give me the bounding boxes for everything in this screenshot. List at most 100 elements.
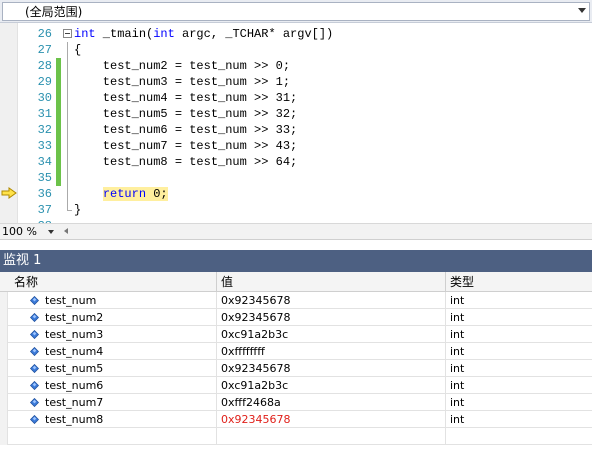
change-indicator	[56, 90, 61, 106]
scroll-left-icon[interactable]	[64, 228, 68, 234]
variable-icon	[30, 398, 39, 407]
variable-icon	[30, 313, 39, 322]
scope-dropdown-value: (全局范围)	[25, 5, 83, 19]
watch-cell-type: int	[450, 379, 465, 392]
watch-row[interactable]: test_num5 0x92345678 int	[0, 360, 592, 377]
outline-guide	[62, 58, 74, 74]
watch-empty-cell[interactable]	[446, 428, 592, 445]
outline-guide	[62, 202, 74, 218]
code-line[interactable]: 27 {	[18, 42, 592, 58]
watch-empty-cell[interactable]	[0, 428, 217, 445]
outline-guide	[62, 154, 74, 170]
outline-guide	[62, 138, 74, 154]
watch-row[interactable]: test_num 0x92345678 int	[0, 292, 592, 309]
line-number: 30	[37, 91, 52, 105]
watch-cell-type: int	[450, 328, 465, 341]
change-indicator	[56, 42, 61, 58]
watch-cell-name[interactable]: test_num4	[0, 343, 217, 360]
watch-row[interactable]: test_num8 0x92345678 int	[0, 411, 592, 428]
watch-cell-name[interactable]: test_num5	[0, 360, 217, 377]
collapse-toggle-icon[interactable]	[62, 26, 74, 42]
code-text: int _tmain(int argc, _TCHAR* argv[])	[74, 27, 334, 41]
watch-cell-value[interactable]: 0xc91a2b3c	[217, 377, 446, 394]
watch-cell-name[interactable]: test_num	[0, 292, 217, 309]
watch-row[interactable]: test_num6 0xc91a2b3c int	[0, 377, 592, 394]
watch-cell-value[interactable]: 0x92345678	[217, 309, 446, 326]
variable-name: test_num5	[45, 362, 104, 375]
watch-cell-type: int	[450, 362, 465, 375]
change-indicator	[56, 74, 61, 90]
zoom-value: 100 %	[2, 225, 37, 238]
code-line[interactable]: 29 test_num3 = test_num >> 1;	[18, 74, 592, 90]
outline-guide	[62, 90, 74, 106]
column-header-value[interactable]: 值	[217, 272, 446, 292]
chevron-down-icon[interactable]	[48, 230, 54, 234]
code-text: {	[74, 43, 82, 57]
variable-name: test_num3	[45, 328, 104, 341]
outline-guide	[62, 170, 74, 186]
variable-icon	[30, 347, 39, 356]
outline-guide	[62, 42, 74, 58]
watch-row[interactable]: test_num3 0xc91a2b3c int	[0, 326, 592, 343]
code-line[interactable]: 34 test_num8 = test_num >> 64;	[18, 154, 592, 170]
watch-header-row: 名称 值 类型	[0, 272, 592, 292]
variable-name: test_num	[45, 294, 97, 307]
watch-cell-value[interactable]: 0xfff2468a	[217, 394, 446, 411]
change-indicator	[56, 58, 61, 74]
code-line[interactable]: 30 test_num4 = test_num >> 31;	[18, 90, 592, 106]
zoom-select[interactable]: 100 %	[2, 225, 60, 239]
code-editor[interactable]: 26 int _tmain(int argc, _TCHAR* argv[]) 27…	[0, 23, 592, 223]
watch-cell-name[interactable]: test_num3	[0, 326, 217, 343]
code-line[interactable]: 37}	[18, 202, 592, 218]
watch-row[interactable]: test_num7 0xfff2468a int	[0, 394, 592, 411]
code-line[interactable]: 26 int _tmain(int argc, _TCHAR* argv[])	[18, 26, 592, 42]
column-header-name[interactable]: 名称	[0, 272, 217, 292]
chevron-down-icon[interactable]	[578, 8, 586, 13]
code-line[interactable]: 36 return 0;	[18, 186, 592, 202]
current-statement-arrow-icon	[1, 187, 17, 199]
watch-cell-name[interactable]: test_num2	[0, 309, 217, 326]
watch-row[interactable]: test_num2 0x92345678 int	[0, 309, 592, 326]
watch-cell-value[interactable]: 0x92345678	[217, 360, 446, 377]
line-number: 29	[37, 75, 52, 89]
code-text: test_num5 = test_num >> 32;	[74, 107, 298, 121]
line-number: 36	[37, 187, 52, 201]
watch-empty-cell[interactable]	[217, 428, 446, 445]
change-indicator	[56, 122, 61, 138]
code-line[interactable]: 33 test_num7 = test_num >> 43;	[18, 138, 592, 154]
scope-bar: (全局范围)	[0, 0, 592, 23]
watch-cell-type: int	[450, 294, 465, 307]
change-indicator	[56, 138, 61, 154]
line-number: 34	[37, 155, 52, 169]
watch-cell-value[interactable]: 0xffffffff	[217, 343, 446, 360]
watch-row[interactable]: test_num4 0xffffffff int	[0, 343, 592, 360]
code-text: test_num4 = test_num >> 31;	[74, 91, 298, 105]
code-text: test_num8 = test_num >> 64;	[74, 155, 298, 169]
code-text: test_num6 = test_num >> 33;	[74, 123, 298, 137]
column-header-type[interactable]: 类型	[446, 272, 592, 292]
code-line[interactable]: 32 test_num6 = test_num >> 33;	[18, 122, 592, 138]
watch-window-title[interactable]: 监视 1	[0, 250, 592, 272]
watch-cell-value[interactable]: 0x92345678	[217, 411, 446, 428]
watch-new-row[interactable]	[0, 428, 592, 445]
code-line[interactable]: 31 test_num5 = test_num >> 32;	[18, 106, 592, 122]
variable-name: test_num8	[45, 413, 104, 426]
watch-cell-type: int	[450, 396, 465, 409]
watch-cell-name[interactable]: test_num8	[0, 411, 217, 428]
code-line[interactable]: 35	[18, 170, 592, 186]
watch-cell-value[interactable]: 0xc91a2b3c	[217, 326, 446, 343]
editor-zoom-bar: 100 %	[0, 223, 592, 240]
watch-cell-type: int	[450, 413, 465, 426]
watch-cell-name[interactable]: test_num6	[0, 377, 217, 394]
watch-cell-name[interactable]: test_num7	[0, 394, 217, 411]
scope-dropdown[interactable]: (全局范围)	[2, 2, 590, 21]
variable-name: test_num6	[45, 379, 104, 392]
outline-guide	[62, 186, 74, 202]
code-text: test_num3 = test_num >> 1;	[74, 75, 291, 89]
line-number: 32	[37, 123, 52, 137]
watch-cell-value[interactable]: 0x92345678	[217, 292, 446, 309]
code-line[interactable]: 28 test_num2 = test_num >> 0;	[18, 58, 592, 74]
outline-guide	[62, 122, 74, 138]
watch-window: 监视 1 名称 值 类型 test_num 0x92345678 int test_n…	[0, 247, 592, 455]
change-indicator	[56, 170, 61, 186]
